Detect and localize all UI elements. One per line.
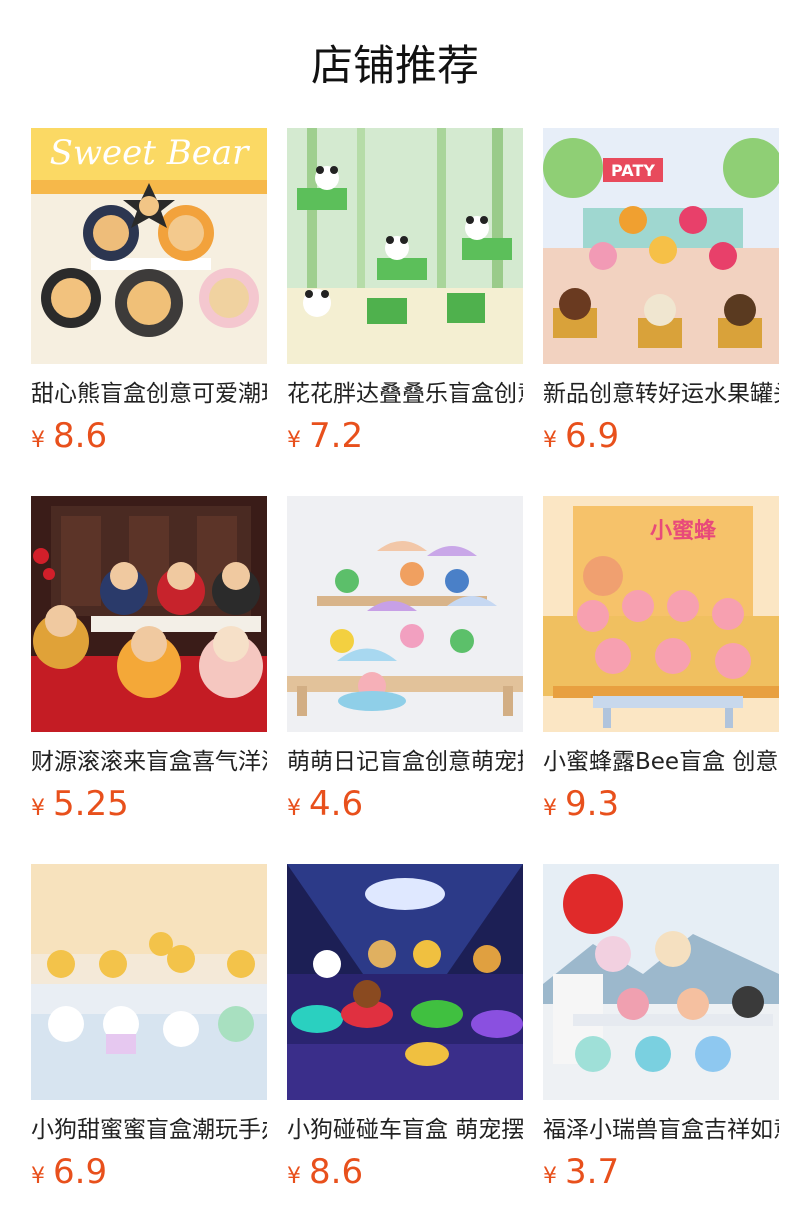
currency-symbol: ¥ [31,428,45,453]
product-card[interactable]: 花花胖达叠叠乐盲盒创意 ¥7.2 [287,128,523,468]
product-banner-text: PATY [611,161,655,180]
product-banner-text: Sweet Bear [50,133,250,173]
product-image[interactable]: Sweet Bear [31,128,267,364]
product-image[interactable] [287,864,523,1100]
currency-symbol: ¥ [287,796,301,821]
product-image[interactable] [31,864,267,1100]
product-image[interactable]: 小蜜蜂 [543,496,779,732]
currency-symbol: ¥ [543,428,557,453]
product-card[interactable]: Sweet Bear 甜心熊盲盒创意可爱潮玩 ¥8.6 [31,128,267,468]
product-price: ¥6.9 [31,1152,107,1192]
price-value: 8.6 [309,1152,364,1192]
product-name[interactable]: 花花胖达叠叠乐盲盒创意 [287,378,523,410]
product-name[interactable]: 萌萌日记盲盒创意萌宠摆件 [287,746,523,778]
price-value: 7.2 [309,416,364,456]
product-card[interactable]: 福泽小瑞兽盲盒吉祥如意 ¥3.7 [543,864,779,1204]
product-card[interactable]: 小狗碰碰车盲盒 萌宠摆件 ¥8.6 [287,864,523,1204]
product-card[interactable]: 小蜜蜂 小蜜蜂露Bee盲盒 创意 ¥9.3 [543,496,779,836]
page-title: 店铺推荐 [310,41,479,90]
price-value: 8.6 [53,416,108,456]
product-price: ¥5.25 [31,784,129,824]
price-value: 4.6 [309,784,364,824]
product-card[interactable]: PATY 新品创意转好运水果罐头 ¥6.9 [543,128,779,468]
product-price: ¥6.9 [543,416,619,456]
price-value: 6.9 [565,416,620,456]
currency-symbol: ¥ [31,796,45,821]
price-value: 3.7 [565,1152,620,1192]
currency-symbol: ¥ [287,428,301,453]
product-image[interactable] [31,496,267,732]
product-card[interactable]: 萌萌日记盲盒创意萌宠摆件 ¥4.6 [287,496,523,836]
product-name[interactable]: 新品创意转好运水果罐头 [543,378,779,410]
product-name[interactable]: 小狗碰碰车盲盒 萌宠摆件 [287,1114,523,1146]
product-image[interactable]: PATY [543,128,779,364]
product-price: ¥3.7 [543,1152,619,1192]
product-price: ¥7.2 [287,416,363,456]
product-name[interactable]: 甜心熊盲盒创意可爱潮玩 [31,378,267,410]
product-card[interactable]: 财源滚滚来盲盒喜气洋洋 ¥5.25 [31,496,267,836]
product-image[interactable] [543,864,779,1100]
product-name[interactable]: 福泽小瑞兽盲盒吉祥如意 [543,1114,779,1146]
product-price: ¥8.6 [31,416,107,456]
product-name[interactable]: 小狗甜蜜蜜盲盒潮玩手办 [31,1114,267,1146]
product-image[interactable] [287,128,523,364]
product-image[interactable] [287,496,523,732]
price-value: 6.9 [53,1152,108,1192]
product-name[interactable]: 财源滚滚来盲盒喜气洋洋 [31,746,267,778]
product-price: ¥8.6 [287,1152,363,1192]
product-price: ¥4.6 [287,784,363,824]
currency-symbol: ¥ [31,1164,45,1189]
currency-symbol: ¥ [543,1164,557,1189]
price-value: 5.25 [53,784,129,824]
currency-symbol: ¥ [543,796,557,821]
product-price: ¥9.3 [543,784,619,824]
currency-symbol: ¥ [287,1164,301,1189]
product-card[interactable]: 小狗甜蜜蜜盲盒潮玩手办 ¥6.9 [31,864,267,1204]
product-banner-text: 小蜜蜂 [650,518,717,544]
price-value: 9.3 [565,784,620,824]
product-name[interactable]: 小蜜蜂露Bee盲盒 创意 [543,746,779,778]
